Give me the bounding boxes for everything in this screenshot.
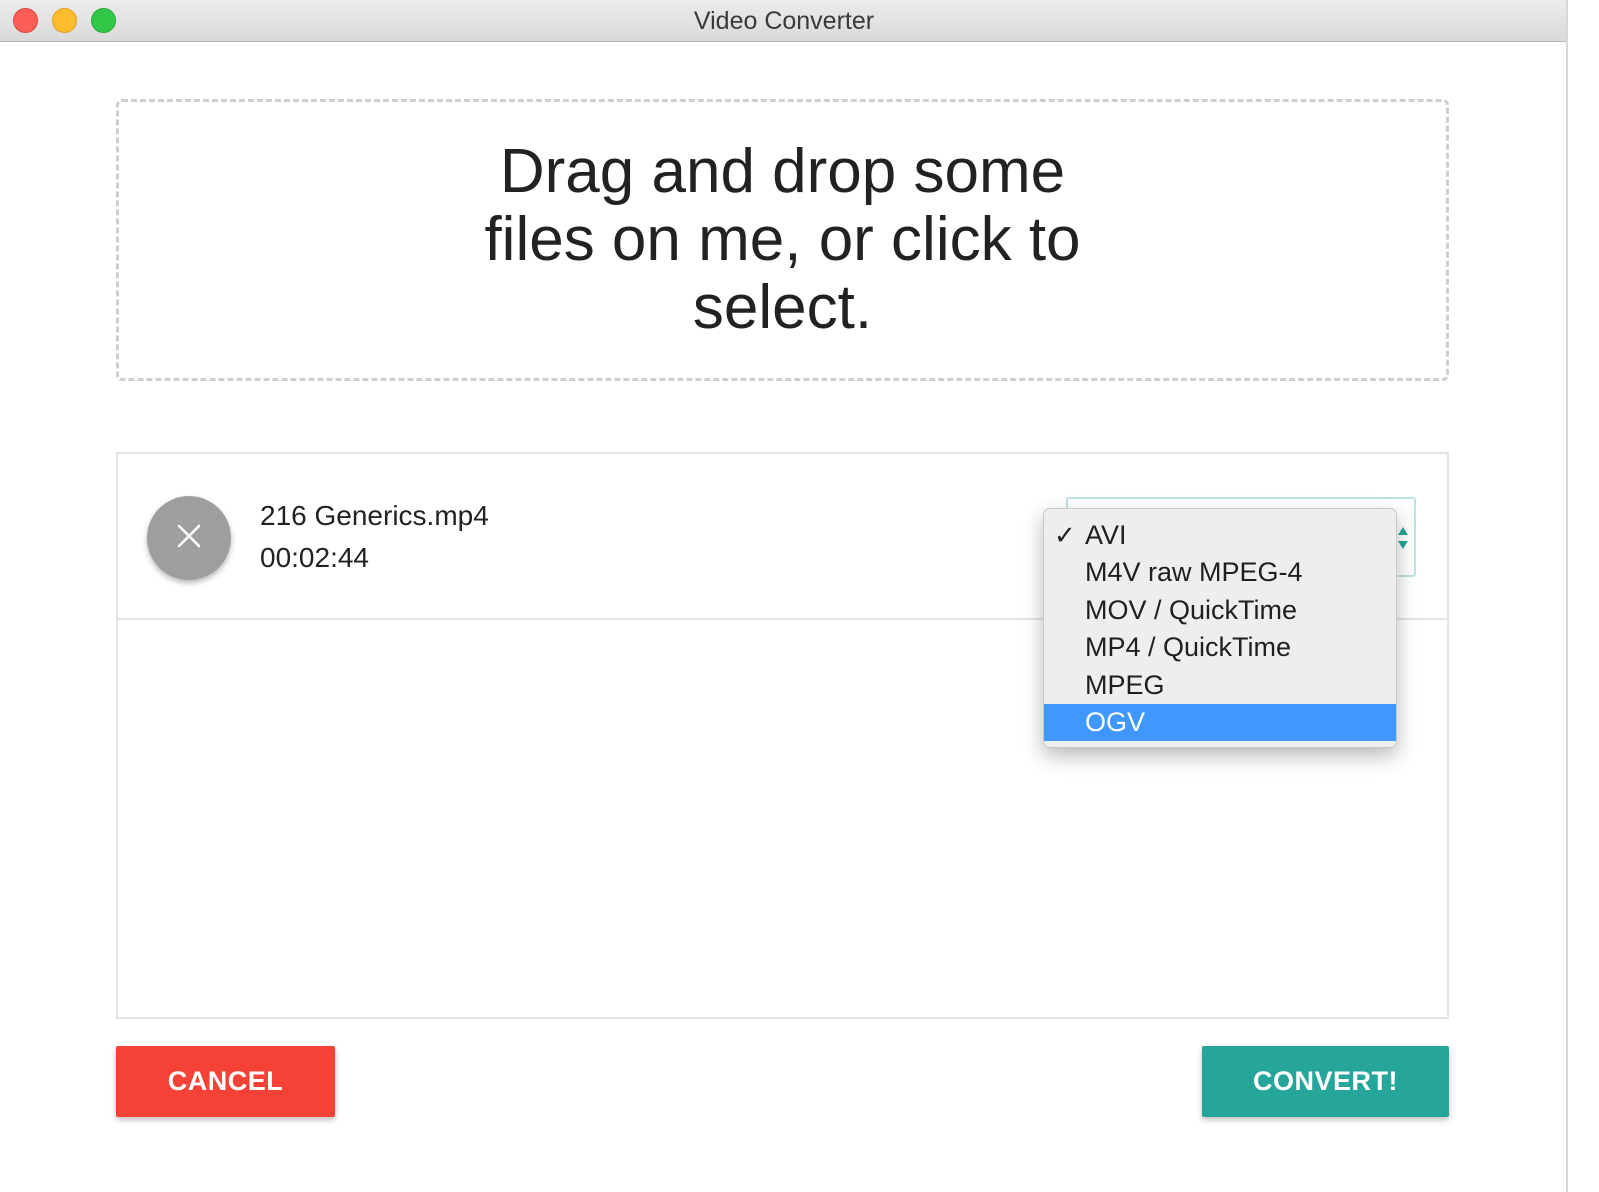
app-window: Video Converter Drag and drop some files… [0,0,1568,1192]
format-dropdown-menu: ✓ AVI M4V raw MPEG-4 MOV / QuickTime MP4… [1043,508,1397,748]
close-icon [176,523,202,554]
menu-item-label: AVI [1085,520,1127,550]
file-duration: 00:02:44 [260,542,369,573]
menu-item-label: MPEG [1085,669,1165,700]
window-title: Video Converter [693,7,875,35]
window-edge [1566,0,1599,1192]
menu-item-mov[interactable]: MOV / QuickTime [1044,592,1396,629]
dropzone-text: Drag and drop some files on me, or click… [484,137,1081,342]
menu-item-ogv[interactable]: OGV [1044,703,1396,742]
up-down-arrows-icon [1396,523,1410,553]
file-dropzone[interactable]: Drag and drop some files on me, or click… [116,99,1449,381]
convert-button[interactable]: CONVERT! [1202,1046,1449,1117]
file-name: 216 Generics.mp4 [260,500,489,531]
menu-item-mpeg[interactable]: MPEG [1044,667,1396,704]
menu-item-label: OGV [1085,706,1146,737]
cancel-button[interactable]: CANCEL [116,1046,335,1117]
menu-item-mp4[interactable]: MP4 / QuickTime [1044,629,1396,666]
menu-item-label: M4V raw MPEG-4 [1085,557,1303,588]
remove-file-button[interactable] [147,496,231,580]
menu-item-label: MOV / QuickTime [1085,594,1298,625]
menu-item-avi[interactable]: ✓ AVI [1044,517,1396,554]
menu-item-m4v[interactable]: M4V raw MPEG-4 [1044,554,1396,591]
title-bar: Video Converter [0,0,1568,42]
checkmark-icon: ✓ [1054,520,1076,550]
menu-item-label: MP4 / QuickTime [1085,632,1292,663]
